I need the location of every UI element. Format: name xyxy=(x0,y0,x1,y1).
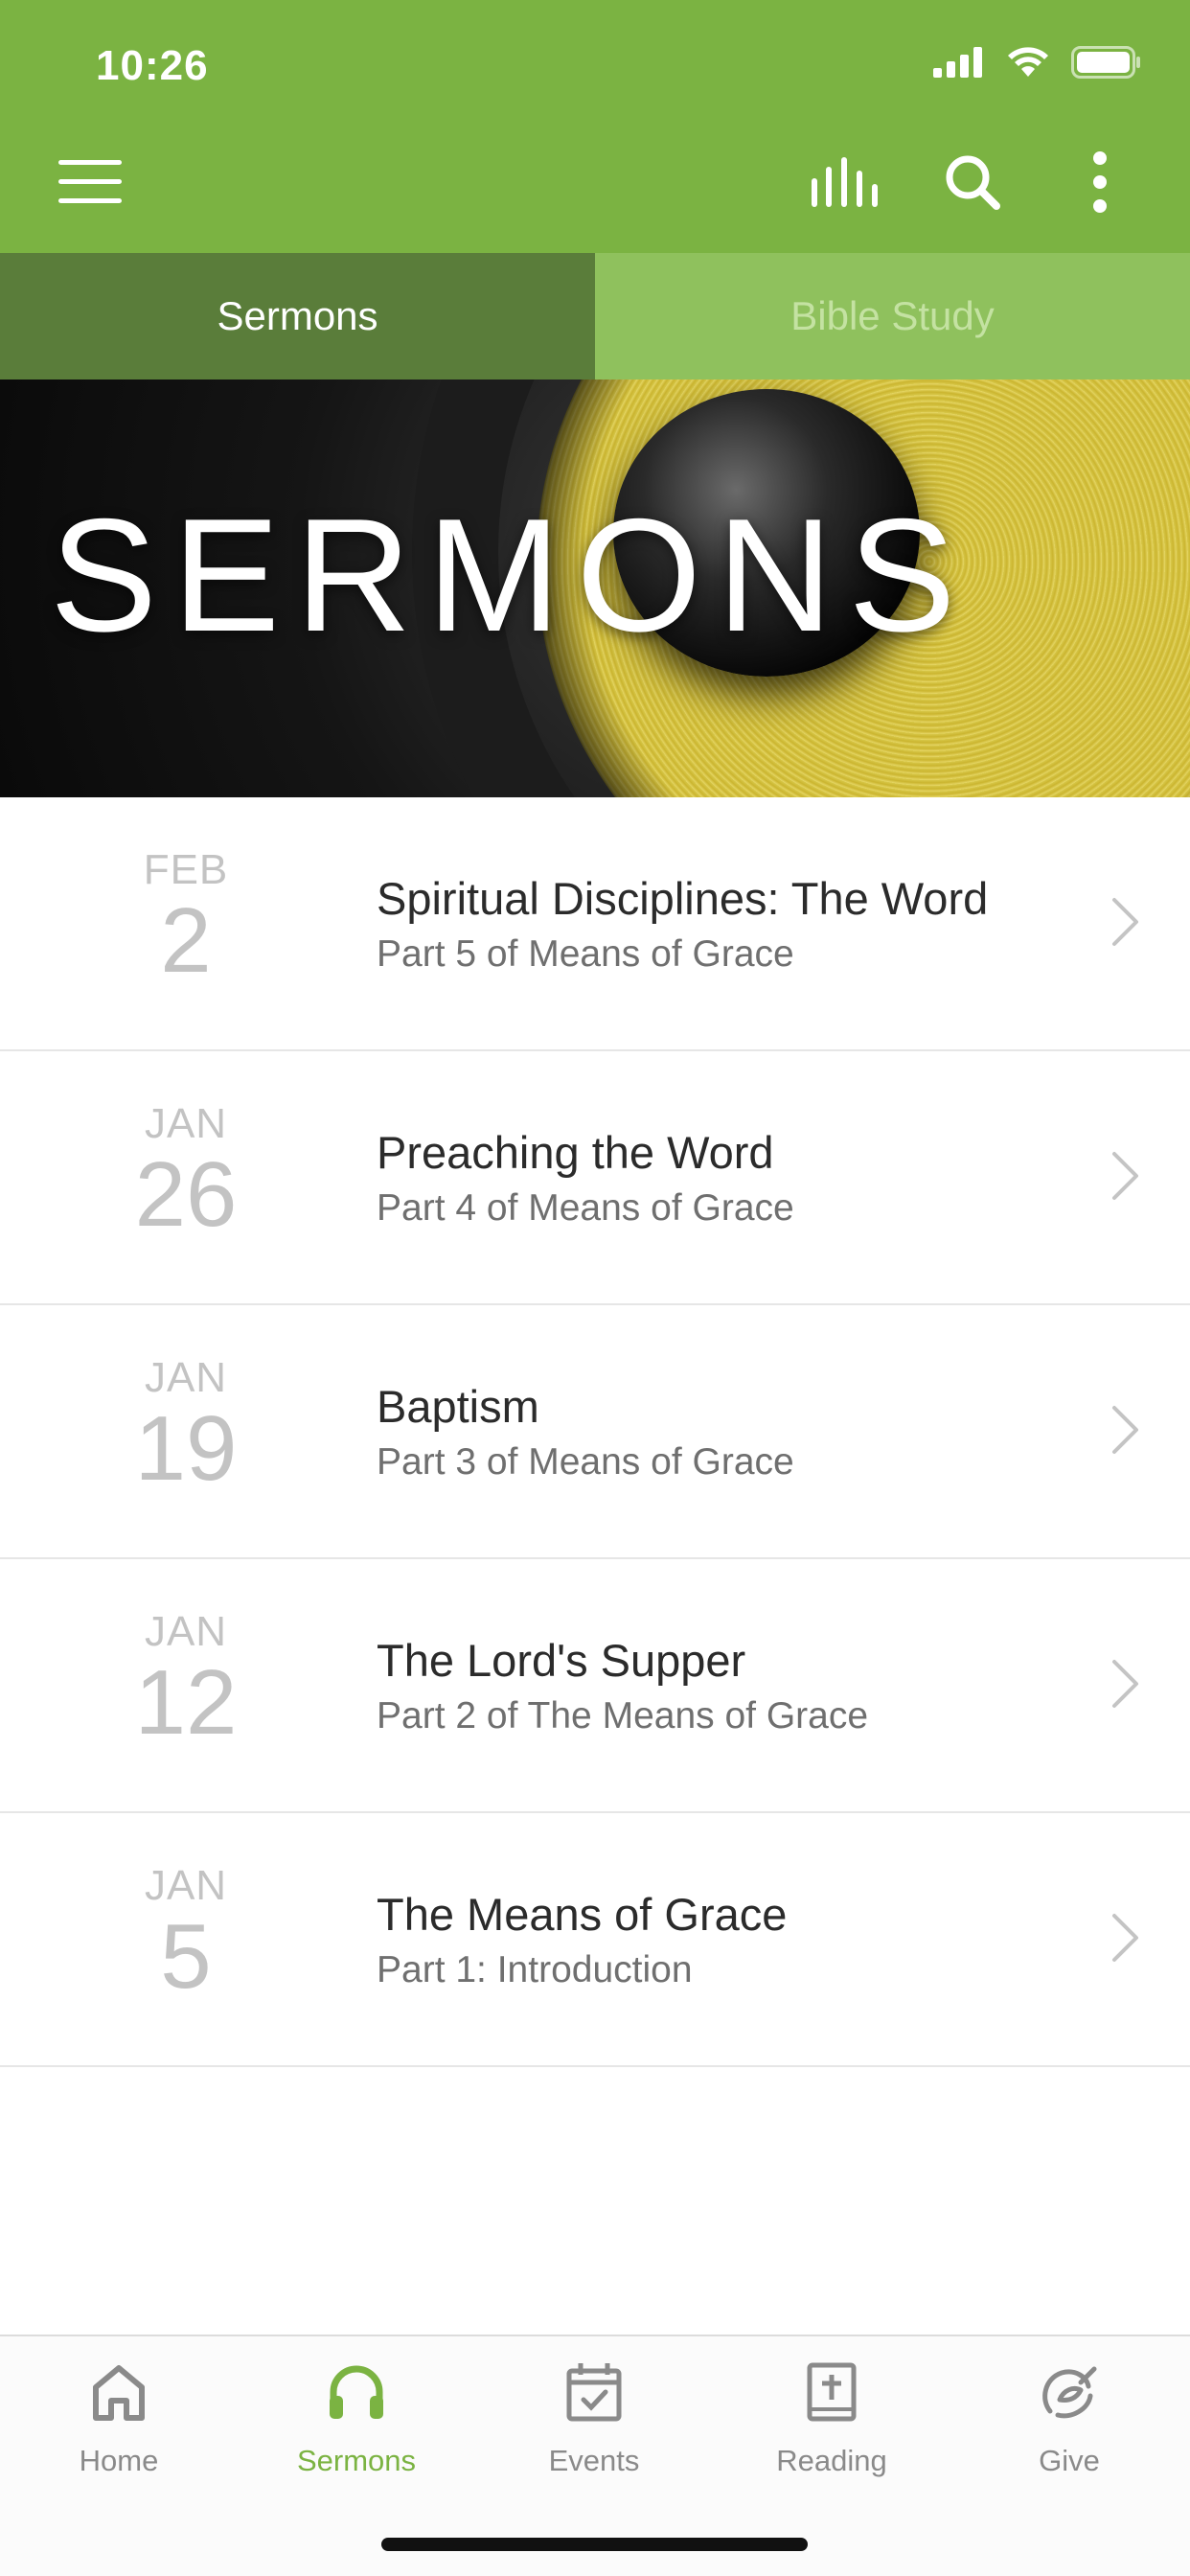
chevron-right-icon xyxy=(1111,1405,1140,1460)
sermon-subtitle: Part 3 of Means of Grace xyxy=(377,1441,794,1483)
calendar-check-icon xyxy=(560,2358,629,2426)
sermon-date-day: 19 xyxy=(134,1397,238,1500)
status-time: 10:26 xyxy=(96,42,209,89)
sermons-banner: SERMONS xyxy=(0,380,1190,797)
sermon-date: JAN 19 xyxy=(90,1355,282,1497)
home-icon xyxy=(84,2358,153,2426)
sermon-subtitle: Part 5 of Means of Grace xyxy=(377,933,794,975)
nav-reading[interactable]: Reading xyxy=(713,2358,950,2501)
battery-icon xyxy=(1071,46,1142,83)
sermon-title: Baptism xyxy=(377,1381,539,1432)
banner-title: SERMONS xyxy=(50,485,972,665)
nav-give[interactable]: Give xyxy=(950,2358,1188,2501)
sermon-date-month: JAN xyxy=(144,1608,228,1655)
nav-label: Reading xyxy=(776,2444,887,2477)
tab-bible-study[interactable]: Bible Study xyxy=(595,253,1190,380)
bible-icon xyxy=(797,2358,866,2426)
segment-tabs: Sermons Bible Study xyxy=(0,253,1190,380)
app-header: 10:26 xyxy=(0,0,1190,253)
chevron-right-icon xyxy=(1111,1151,1140,1206)
sermon-date-month: JAN xyxy=(144,1100,228,1147)
bar-chart-icon xyxy=(812,156,879,212)
nav-label: Give xyxy=(1039,2444,1100,2477)
nav-label: Home xyxy=(79,2444,159,2477)
sermon-title: Preaching the Word xyxy=(377,1127,774,1178)
sermon-date-day: 12 xyxy=(134,1651,238,1754)
more-vertical-icon xyxy=(1092,150,1108,218)
nav-home[interactable]: Home xyxy=(0,2358,238,2501)
sermon-date: FEB 2 xyxy=(90,847,282,989)
hamburger-icon xyxy=(58,159,122,209)
sermon-date: JAN 5 xyxy=(90,1863,282,2005)
sermon-title: Spiritual Disciplines: The Word xyxy=(377,873,989,924)
sermon-title: The Lord's Supper xyxy=(377,1635,746,1686)
sermon-subtitle: Part 1: Introduction xyxy=(377,1949,693,1990)
sermon-date-month: FEB xyxy=(143,846,229,893)
nav-sermons[interactable]: Sermons xyxy=(238,2358,475,2501)
give-icon xyxy=(1035,2358,1104,2426)
sermon-date-day: 2 xyxy=(160,889,212,992)
sermon-date-day: 26 xyxy=(134,1143,238,1246)
stats-button[interactable] xyxy=(807,146,883,222)
chevron-right-icon xyxy=(1111,1659,1140,1714)
sermon-row[interactable]: JAN 26 Preaching the Word Part 4 of Mean… xyxy=(0,1051,1190,1305)
sermon-date-month: JAN xyxy=(144,1862,228,1909)
sermon-subtitle: Part 2 of The Means of Grace xyxy=(377,1695,869,1736)
sermon-title: The Means of Grace xyxy=(377,1889,788,1940)
sermon-subtitle: Part 4 of Means of Grace xyxy=(377,1187,794,1229)
sermon-row[interactable]: JAN 12 The Lord's Supper Part 2 of The M… xyxy=(0,1559,1190,1813)
sermon-date-day: 5 xyxy=(160,1905,212,2008)
nav-label: Sermons xyxy=(296,2444,417,2477)
sermon-date-month: JAN xyxy=(144,1354,228,1401)
home-indicator[interactable] xyxy=(381,2538,808,2551)
chevron-right-icon xyxy=(1111,897,1140,952)
search-button[interactable] xyxy=(934,146,1011,222)
headphones-icon xyxy=(322,2358,391,2426)
search-icon xyxy=(944,153,1001,216)
wifi-icon xyxy=(1006,46,1050,83)
sermon-date: JAN 26 xyxy=(90,1101,282,1243)
nav-events[interactable]: Events xyxy=(475,2358,713,2501)
menu-button[interactable] xyxy=(52,146,128,222)
sermon-row[interactable]: JAN 5 The Means of Grace Part 1: Introdu… xyxy=(0,1813,1190,2067)
sermon-row[interactable]: JAN 19 Baptism Part 3 of Means of Grace xyxy=(0,1305,1190,1559)
nav-label: Events xyxy=(548,2444,640,2477)
status-icons xyxy=(933,46,1142,83)
sermon-list: FEB 2 Spiritual Disciplines: The Word Pa… xyxy=(0,797,1190,2067)
sermon-row[interactable]: FEB 2 Spiritual Disciplines: The Word Pa… xyxy=(0,797,1190,1051)
more-options-button[interactable] xyxy=(1062,146,1138,222)
signal-icon xyxy=(933,47,985,82)
sermon-date: JAN 12 xyxy=(90,1609,282,1751)
tab-sermons[interactable]: Sermons xyxy=(0,253,595,380)
chevron-right-icon xyxy=(1111,1913,1140,1967)
